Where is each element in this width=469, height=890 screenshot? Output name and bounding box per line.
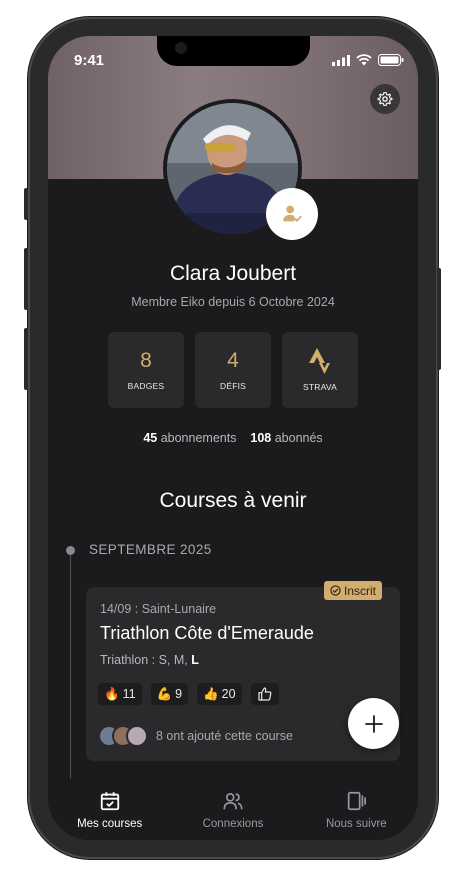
gear-icon [377,92,393,106]
status-icons [332,54,404,66]
phone-volume-up [24,248,28,310]
reactions-row: 🔥 11 💪 9 👍 20 [98,683,279,705]
bottom-tab-bar: Mes courses Connexions Nous suivre [48,778,418,840]
status-time: 9:41 [74,52,105,69]
race-distances: Triathlon : S, M, L [100,653,199,667]
phone-mute-switch [24,188,28,220]
subscriptions-count: 45 [143,431,158,445]
tab-connexions-label: Connexions [202,818,264,830]
user-check-icon [283,205,302,222]
race-title: Triathlon Côte d'Emeraude [100,623,314,643]
stat-defis[interactable]: 4 DÉFIS [195,332,271,408]
followers-count: 108 [250,431,272,445]
race-distances-text: Triathlon : S, M, [100,653,192,667]
tab-nous-suivre[interactable]: Nous suivre [301,778,411,840]
thumbs-up-outline-icon [257,687,271,701]
thumbs-up-emoji-icon: 👍 [203,686,219,701]
stat-strava[interactable]: STRAVA [282,332,358,408]
app-screen: 9:41 Clara Joubert Membre Eiko depuis 6 … [48,36,418,840]
signal-icon [332,54,350,66]
followers-label: abonnés [274,431,323,445]
followers-link[interactable]: 108 abonnés [250,431,322,445]
timeline-month: SEPTEMBRE 2025 [89,542,212,557]
reaction-thumbs[interactable]: 👍 20 [197,683,242,705]
check-circle-icon [330,585,341,596]
plus-icon [364,714,383,733]
phone-notch [157,36,310,66]
reaction-thumbs-count: 20 [221,687,236,701]
tab-nous-suivre-label: Nous suivre [325,818,387,830]
wifi-icon [356,54,372,66]
timeline-dot [66,546,75,555]
tab-mes-courses-label: Mes courses [77,818,143,830]
profile-name: Clara Joubert [169,262,297,285]
upcoming-races-title: Courses à venir [159,489,307,512]
strava-icon [309,348,330,374]
reaction-muscle[interactable]: 💪 9 [150,683,189,705]
reaction-fire[interactable]: 🔥 11 [98,683,142,705]
stats-row: 8 BADGES 4 DÉFIS STRAVA [108,332,358,408]
stat-badges-label: BADGES [127,381,165,391]
phone-volume-down [24,328,28,390]
race-date-place: 14/09 : Saint-Lunaire [100,602,217,616]
avatar [126,725,148,747]
member-since: Membre Eiko depuis 6 Octobre 2024 [131,295,335,309]
settings-button[interactable] [370,84,400,114]
add-race-button[interactable] [348,698,399,749]
race-distance-registered: L [191,653,199,667]
muscle-icon: 💪 [156,686,173,701]
calendar-check-icon [100,792,119,811]
added-by-avatars [98,725,148,747]
users-icon [223,793,243,810]
stat-defis-value: 4 [227,349,239,372]
reaction-fire-count: 11 [122,687,136,701]
follow-icon [348,791,367,811]
battery-icon [378,54,404,66]
subscriptions-label: abonnements [160,431,237,445]
stat-defis-label: DÉFIS [219,381,247,391]
tab-connexions[interactable]: Connexions [178,778,288,840]
stat-badges[interactable]: 8 BADGES [108,332,184,408]
phone-power-button [437,268,441,370]
tab-mes-courses[interactable]: Mes courses [55,778,165,840]
fire-icon: 🔥 [104,686,120,701]
front-camera [175,42,187,54]
stat-strava-label: STRAVA [303,382,337,392]
follows-row: 45 abonnements 108 abonnés [48,431,418,445]
registered-badge-label: Inscrit [344,583,377,598]
added-by-text: 8 ont ajouté cette course [156,729,293,743]
verified-profile-badge[interactable] [266,188,318,240]
registered-badge: Inscrit [324,581,383,600]
stat-badges-value: 8 [140,349,152,372]
subscriptions-link[interactable]: 45 abonnements [143,431,236,445]
reaction-muscle-count: 9 [175,687,183,701]
added-by-row[interactable]: 8 ont ajouté cette course [98,725,293,747]
timeline-line [70,552,71,782]
add-reaction-button[interactable] [250,683,279,705]
